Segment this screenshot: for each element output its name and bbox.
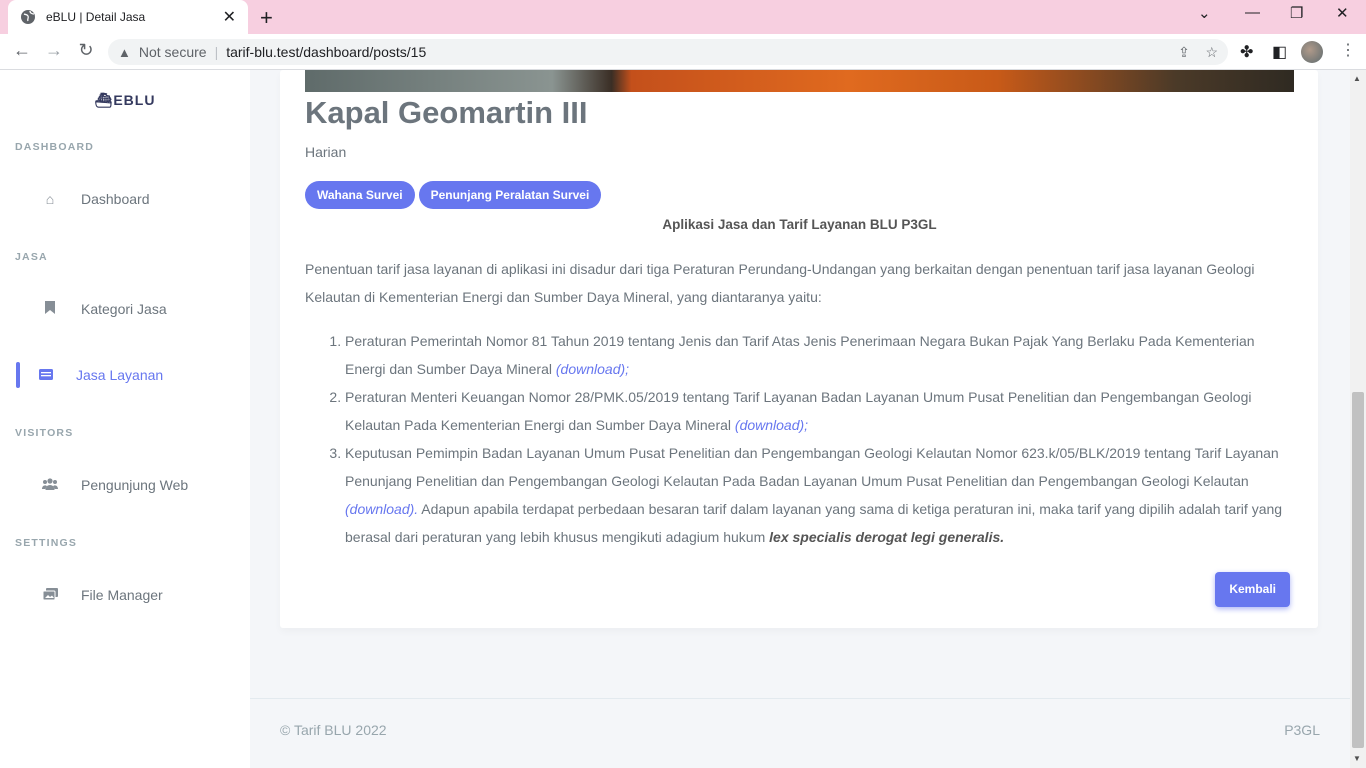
sidebar-item-file-manager[interactable]: File Manager — [0, 575, 250, 615]
post-detail-card: Kapal Geomartin III Harian Wahana Survei… — [280, 70, 1318, 628]
close-tab-icon[interactable]: ✕ — [223, 7, 236, 27]
omnibox-actions: ⇪ ☆ — [1178, 44, 1218, 61]
list-item: Peraturan Pemerintah Nomor 81 Tahun 2019… — [345, 327, 1294, 383]
list-item: Peraturan Menteri Keuangan Nomor 28/PMK.… — [345, 383, 1294, 439]
back-button[interactable]: Kembali — [1215, 572, 1290, 607]
browser-titlebar: eBLU | Detail Jasa ✕ + ⌄ — ❐ ✕ — [0, 0, 1366, 34]
users-icon — [40, 477, 60, 493]
restore-icon[interactable]: ❐ — [1290, 4, 1303, 22]
download-link[interactable]: (download); — [556, 361, 629, 377]
bookmark-star-icon[interactable]: ☆ — [1205, 44, 1218, 60]
globe-icon — [21, 10, 35, 24]
scroll-down-icon[interactable]: ▼ — [1353, 754, 1361, 763]
home-icon: ⌂ — [45, 191, 55, 207]
sidebar-item-label: Pengunjung Web — [81, 477, 189, 493]
list-item: Keputusan Pemimpin Badan Layanan Umum Pu… — [345, 439, 1294, 551]
divider: | — [214, 44, 219, 60]
category-badge[interactable]: Penunjang Peralatan Survei — [418, 181, 602, 209]
post-subtitle: Harian — [305, 144, 347, 160]
sidebar-item-label: Kategori Jasa — [81, 301, 167, 317]
tab-title: eBLU | Detail Jasa — [46, 10, 146, 24]
url-text[interactable]: tarif-blu.test/dashboard/posts/15 — [226, 44, 426, 60]
category-badge[interactable]: Wahana Survei — [305, 181, 415, 209]
scroll-up-icon[interactable]: ▲ — [1353, 74, 1361, 83]
sidebar-item-label: File Manager — [81, 587, 163, 603]
minimize-icon[interactable]: — — [1245, 4, 1260, 21]
extensions-icon[interactable]: ✤ — [1240, 42, 1253, 62]
sidebar-item-jasa-layanan[interactable]: Jasa Layanan — [0, 355, 250, 395]
sidebar-item-dashboard[interactable]: ⌂ Dashboard — [0, 179, 250, 219]
section-jasa: JASA — [15, 251, 48, 263]
download-link[interactable]: (download); — [735, 417, 808, 433]
images-icon — [40, 587, 60, 603]
section-visitors: VISITORS — [15, 427, 74, 439]
security-label[interactable]: Not secure — [139, 44, 207, 60]
post-title: Kapal Geomartin III — [305, 95, 588, 130]
back-icon[interactable]: ← — [10, 40, 34, 61]
download-link[interactable]: (download). — [345, 501, 418, 517]
bookmark-icon — [40, 301, 60, 317]
badge-group: Wahana Survei Penunjang Peralatan Survei — [305, 181, 602, 209]
body-intro: Penentuan tarif jasa layanan di aplikasi… — [305, 261, 1255, 305]
new-tab-icon[interactable]: + — [260, 5, 273, 31]
side-panel-icon[interactable]: ◧ — [1272, 42, 1287, 62]
warning-icon[interactable]: ▲ — [118, 45, 131, 60]
list-item-text: Peraturan Pemerintah Nomor 81 Tahun 2019… — [345, 333, 1255, 377]
sidebar-item-label: Jasa Layanan — [76, 367, 164, 383]
browser-tab[interactable]: eBLU | Detail Jasa ✕ — [8, 0, 248, 34]
sidebar-item-pengunjung-web[interactable]: Pengunjung Web — [0, 465, 250, 505]
body-heading: Aplikasi Jasa dan Tarif Layanan BLU P3GL — [662, 217, 937, 232]
share-icon[interactable]: ⇪ — [1178, 44, 1190, 60]
browser-toolbar: ← → ↻ ▲ Not secure | tarif-blu.test/dash… — [0, 34, 1366, 70]
menu-icon[interactable]: ⋮ — [1340, 40, 1356, 60]
close-window-icon[interactable]: ✕ — [1336, 4, 1349, 22]
section-dashboard: DASHBOARD — [15, 141, 95, 153]
list-item-text: Keputusan Pemimpin Badan Layanan Umum Pu… — [345, 445, 1279, 489]
tab-search-icon[interactable]: ⌄ — [1198, 4, 1211, 22]
copyright-text: © Tarif BLU 2022 — [280, 722, 387, 738]
page-scrollbar[interactable]: ▲ ▼ — [1350, 70, 1366, 768]
footer: © Tarif BLU 2022 P3GL — [250, 698, 1350, 768]
address-bar[interactable]: ▲ Not secure | tarif-blu.test/dashboard/… — [108, 39, 1228, 65]
sidebar: ⛴EBLU DASHBOARD ⌂ Dashboard JASA Kategor… — [0, 70, 250, 768]
scrollbar-thumb[interactable] — [1352, 392, 1364, 748]
post-image — [305, 70, 1294, 92]
ship-icon: ⛴ — [94, 92, 114, 108]
footer-org: P3GL — [1284, 722, 1320, 738]
section-settings: SETTINGS — [15, 537, 78, 549]
sidebar-item-kategori-jasa[interactable]: Kategori Jasa — [0, 289, 250, 329]
main-content: Kapal Geomartin III Harian Wahana Survei… — [250, 70, 1350, 768]
brand-label: EBLU — [113, 92, 156, 108]
list-alt-icon — [36, 367, 56, 383]
regulation-list: Peraturan Pemerintah Nomor 81 Tahun 2019… — [305, 327, 1294, 551]
active-indicator — [16, 362, 20, 388]
profile-avatar[interactable] — [1301, 41, 1323, 63]
sidebar-item-label: Dashboard — [81, 191, 150, 207]
legal-maxim: lex specialis derogat legi generalis. — [769, 529, 1005, 545]
reload-icon[interactable]: ↻ — [74, 40, 98, 61]
forward-icon[interactable]: → — [42, 40, 66, 61]
brand[interactable]: ⛴EBLU — [0, 92, 250, 109]
